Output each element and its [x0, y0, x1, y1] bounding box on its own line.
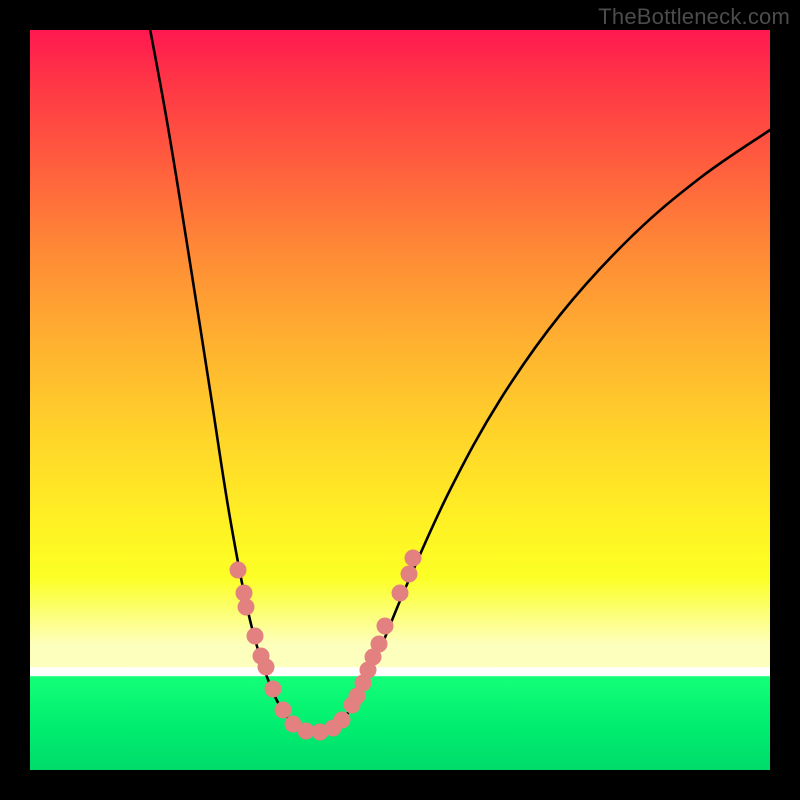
data-dot	[247, 628, 264, 645]
data-dot	[401, 566, 418, 583]
right-curve	[324, 130, 770, 732]
left-curve	[135, 0, 314, 732]
data-dot	[392, 585, 409, 602]
chart-svg	[30, 30, 770, 770]
chart-frame: TheBottleneck.com	[0, 0, 800, 800]
data-dot	[238, 599, 255, 616]
data-dot	[405, 550, 422, 567]
data-dot	[275, 702, 292, 719]
watermark-text: TheBottleneck.com	[598, 4, 790, 30]
data-dot	[371, 636, 388, 653]
data-dot	[334, 712, 351, 729]
data-dots	[230, 550, 422, 741]
data-dot	[230, 562, 247, 579]
data-dot	[258, 659, 275, 676]
data-dot	[265, 681, 282, 698]
data-dot	[377, 618, 394, 635]
plot-area	[30, 30, 770, 770]
